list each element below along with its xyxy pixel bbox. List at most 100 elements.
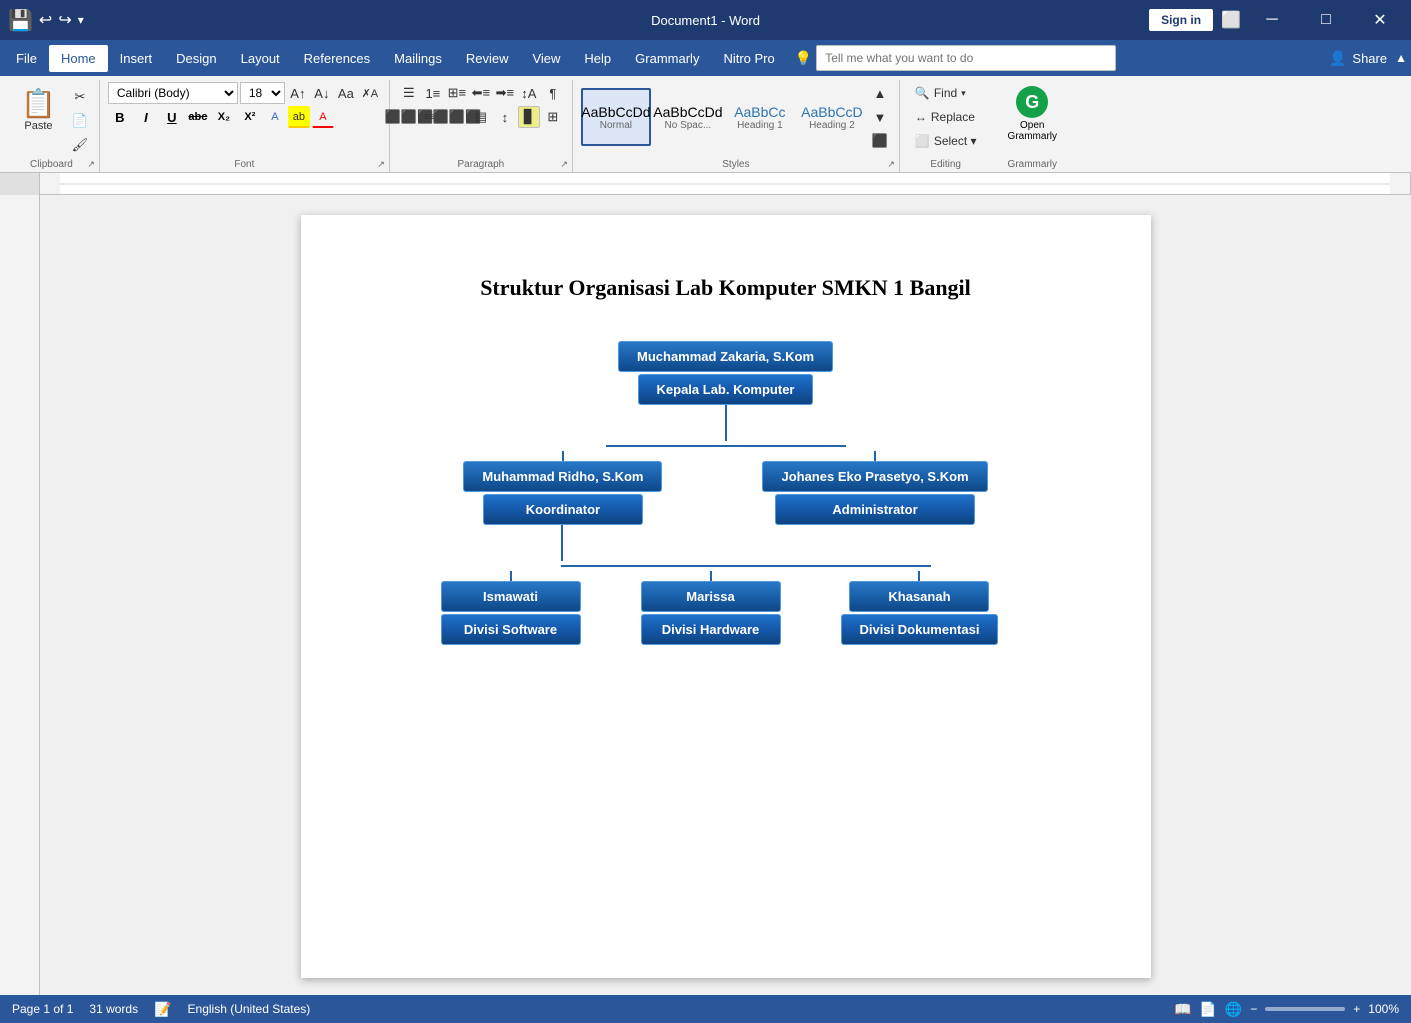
level2-2-role[interactable]: Divisi Dokumentasi (841, 614, 999, 645)
ribbon-collapse-icon[interactable]: ▲ (1395, 51, 1407, 65)
style-heading2-label: Heading 2 (809, 120, 855, 131)
find-button[interactable]: 🔍 Find ▾ (908, 82, 984, 104)
format-painter-button[interactable]: 🖌 (69, 134, 91, 156)
change-case-button[interactable]: Aa (335, 82, 357, 104)
decrease-indent-button[interactable]: ⬅≡ (470, 82, 492, 104)
level1-right-role[interactable]: Administrator (775, 494, 975, 525)
proofing-icon[interactable]: 📝 (154, 1001, 171, 1018)
level2-up-connector (561, 525, 563, 561)
share-label[interactable]: Share (1352, 51, 1387, 66)
level1-left-role[interactable]: Koordinator (483, 494, 643, 525)
font-size-select[interactable]: 18 (240, 82, 285, 104)
read-mode-icon[interactable]: 📖 (1174, 1001, 1191, 1018)
minimize-button[interactable]: ─ (1249, 0, 1295, 40)
page-info[interactable]: Page 1 of 1 (12, 1002, 73, 1016)
multilevel-button[interactable]: ⊞≡ (446, 82, 468, 104)
decrease-font-button[interactable]: A↓ (311, 82, 333, 104)
paragraph-expand-icon[interactable]: ↗ (560, 159, 568, 170)
text-effects-button[interactable]: A (264, 106, 286, 128)
level1-left-name[interactable]: Muhammad Ridho, S.Kom (463, 461, 662, 492)
shading-button[interactable]: ▊ (518, 106, 540, 128)
subscript-button[interactable]: X₂ (212, 106, 236, 128)
ruler-corner (0, 173, 40, 195)
justify-button[interactable]: ▤ (470, 106, 492, 128)
web-layout-icon[interactable]: 🌐 (1225, 1001, 1242, 1018)
copy-button[interactable]: 📄 (69, 110, 91, 132)
level2-1-name[interactable]: Marissa (641, 581, 781, 612)
menu-view[interactable]: View (520, 45, 572, 72)
font-expand-icon[interactable]: ↗ (377, 159, 385, 170)
style-normal[interactable]: AaBbCcDd Normal (581, 88, 651, 146)
undo-icon[interactable]: ↩ (39, 10, 52, 30)
level2-2-name[interactable]: Khasanah (849, 581, 989, 612)
menu-home[interactable]: Home (49, 45, 108, 72)
increase-font-button[interactable]: A↑ (287, 82, 309, 104)
grammarly-button[interactable]: G Open Grammarly (1000, 82, 1065, 146)
line-spacing-button[interactable]: ↕ (494, 106, 516, 128)
styles-expand[interactable]: ⬛ (869, 130, 891, 152)
styles-scroll-down[interactable]: ▼ (869, 106, 891, 128)
replace-button[interactable]: ↔ Replace (908, 106, 984, 128)
show-marks-button[interactable]: ¶ (542, 82, 564, 104)
language[interactable]: English (United States) (188, 1002, 311, 1016)
menu-insert[interactable]: Insert (108, 45, 165, 72)
menu-file[interactable]: File (4, 45, 49, 72)
style-heading2[interactable]: AaBbCcD Heading 2 (797, 88, 867, 146)
select-button[interactable]: ⬜ Select ▾ (908, 130, 984, 152)
clear-format-button[interactable]: ✗A (359, 82, 381, 104)
menu-mailings[interactable]: Mailings (382, 45, 454, 72)
ribbon-font-group: Calibri (Body) 18 A↑ A↓ Aa ✗A B I U abc … (100, 80, 390, 172)
maximize-button[interactable]: □ (1303, 0, 1349, 40)
styles-scroll-up[interactable]: ▲ (869, 82, 891, 104)
menu-review[interactable]: Review (454, 45, 521, 72)
menu-layout[interactable]: Layout (229, 45, 292, 72)
bold-button[interactable]: B (108, 106, 132, 128)
menu-grammarly[interactable]: Grammarly (623, 45, 711, 72)
clipboard-expand-icon[interactable]: ↗ (87, 159, 95, 170)
increase-indent-button[interactable]: ➡≡ (494, 82, 516, 104)
italic-button[interactable]: I (134, 106, 158, 128)
borders-button[interactable]: ⊞ (542, 106, 564, 128)
style-heading1[interactable]: AaBbCc Heading 1 (725, 88, 795, 146)
strikethrough-button[interactable]: abc (186, 106, 210, 128)
level2-0-name[interactable]: Ismawati (441, 581, 581, 612)
text-highlight-button[interactable]: ab (288, 106, 310, 128)
zoom-level[interactable]: 100% (1368, 1002, 1399, 1016)
align-right-button[interactable]: ⬛⬛⬛ (446, 106, 468, 128)
style-nospace[interactable]: AaBbCcDd No Spac... (653, 88, 723, 146)
title-bar: 💾 ↩ ↪ ▾ Document1 - Word Sign in ⬜ ─ □ ✕ (0, 0, 1411, 40)
tell-me-input[interactable] (816, 45, 1116, 71)
bullets-button[interactable]: ☰ (398, 82, 420, 104)
level2-0-role[interactable]: Divisi Software (441, 614, 581, 645)
level2-1-role[interactable]: Divisi Hardware (641, 614, 781, 645)
numbering-button[interactable]: 1≡ (422, 82, 444, 104)
root-node: Muchammad Zakaria, S.Kom Kepala Lab. Kom… (618, 341, 833, 405)
root-role-box[interactable]: Kepala Lab. Komputer (638, 374, 814, 405)
redo-icon[interactable]: ↪ (58, 10, 71, 30)
underline-button[interactable]: U (160, 106, 184, 128)
paste-button[interactable]: 📋 Paste (12, 82, 65, 137)
superscript-button[interactable]: X² (238, 106, 262, 128)
menu-nitropro[interactable]: Nitro Pro (711, 45, 786, 72)
root-name-box[interactable]: Muchammad Zakaria, S.Kom (618, 341, 833, 372)
restore-ribbon-icon[interactable]: ⬜ (1221, 10, 1241, 30)
level1-right-name[interactable]: Johanes Eko Prasetyo, S.Kom (762, 461, 987, 492)
zoom-out-icon[interactable]: − (1250, 1002, 1257, 1016)
font-color-button[interactable]: A (312, 106, 334, 128)
font-family-select[interactable]: Calibri (Body) (108, 82, 238, 104)
zoom-in-icon[interactable]: + (1353, 1002, 1360, 1016)
print-layout-icon[interactable]: 📄 (1199, 1001, 1216, 1018)
styles-expand-icon[interactable]: ↗ (887, 159, 895, 170)
word-count[interactable]: 31 words (89, 1002, 138, 1016)
close-button[interactable]: ✕ (1357, 0, 1403, 40)
menu-design[interactable]: Design (164, 45, 228, 72)
align-left-button[interactable]: ⬛⬛⬛ (398, 106, 420, 128)
grammarly-icon: G (1016, 86, 1048, 118)
sort-button[interactable]: ↕A (518, 82, 540, 104)
sign-in-button[interactable]: Sign in (1149, 9, 1213, 31)
cut-button[interactable]: ✂ (69, 86, 91, 108)
menu-help[interactable]: Help (572, 45, 623, 72)
quick-access-icon[interactable]: ▾ (78, 13, 84, 27)
menu-references[interactable]: References (292, 45, 382, 72)
zoom-slider[interactable] (1265, 1007, 1345, 1011)
